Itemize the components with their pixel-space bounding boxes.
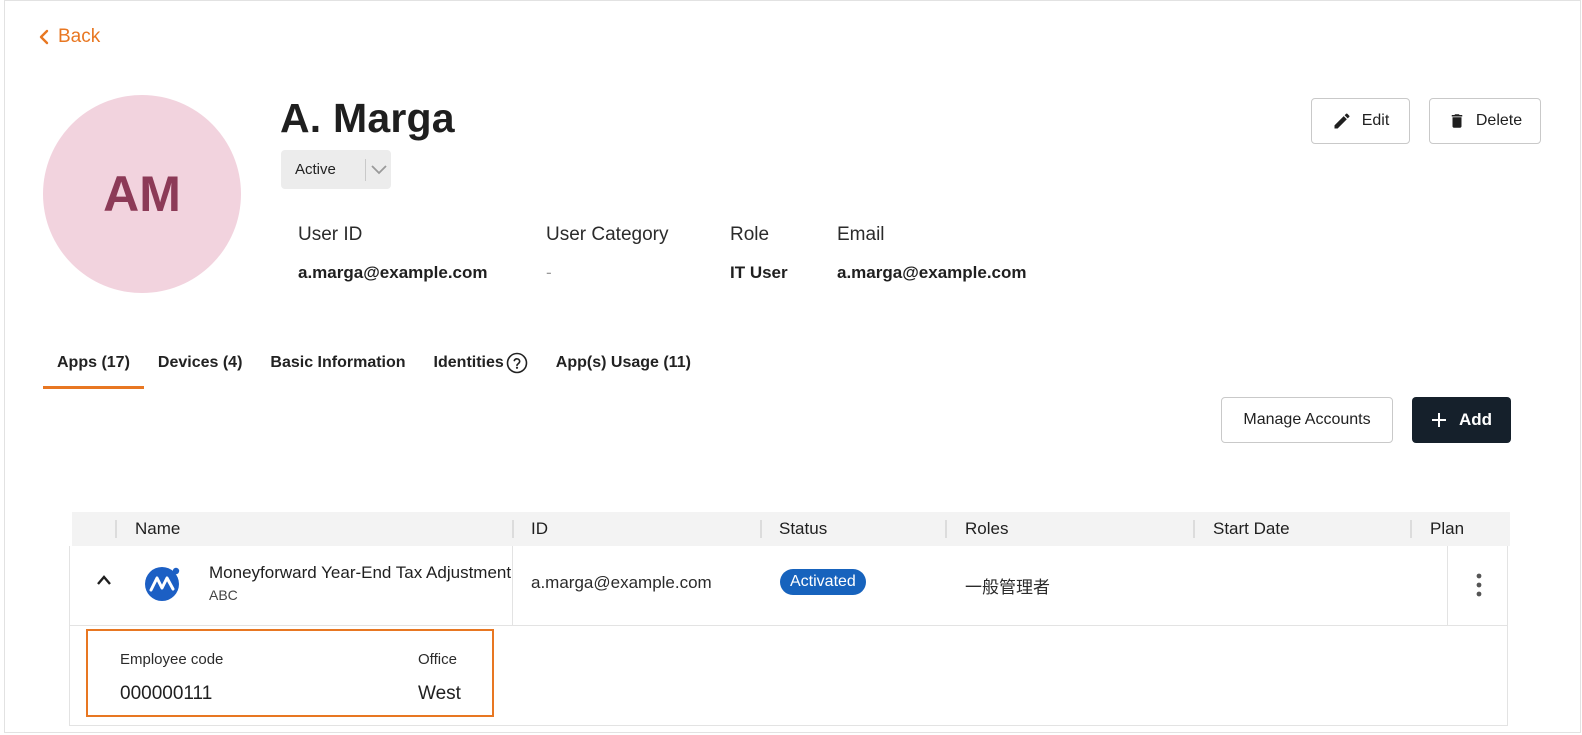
status-badge: Activated bbox=[780, 569, 866, 595]
column-header-plan[interactable]: Plan bbox=[1430, 512, 1464, 546]
tab-bar: Apps (17) Devices (4) Basic Information … bbox=[43, 340, 705, 389]
info-label: User ID bbox=[298, 224, 363, 245]
pencil-icon bbox=[1334, 113, 1350, 129]
menu-column-divider bbox=[1447, 546, 1448, 625]
app-name-cell[interactable]: Moneyforward Year-End Tax Adjustment ABC bbox=[209, 563, 512, 603]
info-role: Role IT User bbox=[730, 224, 788, 283]
status-value: Active bbox=[295, 161, 336, 178]
kebab-menu-icon[interactable] bbox=[1470, 572, 1488, 598]
column-separator[interactable] bbox=[512, 520, 514, 538]
delete-label: Delete bbox=[1475, 112, 1523, 129]
info-value: a.marga@example.com bbox=[837, 263, 1027, 282]
plus-icon bbox=[1431, 413, 1446, 427]
status-dropdown[interactable]: Active bbox=[281, 150, 391, 189]
name-column-divider bbox=[512, 546, 513, 625]
info-value: IT User bbox=[730, 263, 788, 282]
info-label: User Category bbox=[546, 224, 669, 245]
info-user-category: User Category - bbox=[546, 224, 669, 283]
column-header-status[interactable]: Status bbox=[779, 512, 827, 546]
avatar-initials: AM bbox=[103, 166, 181, 222]
employee-code-label: Employee code bbox=[120, 651, 224, 668]
back-label: Back bbox=[58, 26, 101, 47]
tab-label: Basic Information bbox=[270, 354, 406, 371]
table-row[interactable]: Moneyforward Year-End Tax Adjustment ABC… bbox=[69, 546, 1508, 626]
info-label: Email bbox=[837, 224, 885, 245]
info-label: Role bbox=[730, 224, 770, 245]
column-label: ID bbox=[531, 519, 548, 538]
app-subtitle: ABC bbox=[209, 587, 238, 603]
tab-devices[interactable]: Devices (4) bbox=[144, 340, 257, 386]
app-logo-icon bbox=[143, 565, 183, 603]
tab-identities[interactable]: Identities bbox=[420, 340, 542, 386]
account-id: a.marga@example.com bbox=[531, 573, 712, 592]
info-value: a.marga@example.com bbox=[298, 263, 488, 282]
column-label: Status bbox=[779, 519, 828, 538]
tab-basic-information[interactable]: Basic Information bbox=[256, 340, 419, 386]
edit-label: Edit bbox=[1361, 112, 1390, 129]
column-label: Roles bbox=[965, 519, 1009, 538]
column-header-name[interactable]: Name bbox=[135, 512, 180, 546]
manage-accounts-button[interactable]: Manage Accounts bbox=[1221, 397, 1393, 443]
chevron-down-icon bbox=[366, 164, 391, 175]
back-link[interactable]: Back bbox=[38, 26, 100, 48]
delete-button[interactable]: Delete bbox=[1429, 98, 1541, 144]
column-label: Plan bbox=[1430, 519, 1465, 538]
tab-apps[interactable]: Apps (17) bbox=[43, 340, 144, 389]
collapse-row-button[interactable] bbox=[96, 574, 112, 586]
help-circle-icon[interactable] bbox=[506, 352, 528, 374]
column-label: Name bbox=[135, 519, 181, 538]
trash-icon bbox=[1451, 114, 1463, 128]
column-separator[interactable] bbox=[1410, 520, 1412, 538]
employee-code-value: 000000111 bbox=[120, 683, 213, 704]
column-header-roles[interactable]: Roles bbox=[965, 512, 1008, 546]
edit-button[interactable]: Edit bbox=[1311, 98, 1410, 144]
status-badge-label: Activated bbox=[780, 569, 866, 595]
info-value: - bbox=[546, 263, 552, 282]
roles-value: 一般管理者 bbox=[965, 578, 1050, 597]
column-header-start-date[interactable]: Start Date bbox=[1213, 512, 1290, 546]
column-separator[interactable] bbox=[945, 520, 947, 538]
column-separator[interactable] bbox=[760, 520, 762, 538]
account-attributes-box: Employee code 000000111 Office West bbox=[86, 629, 494, 717]
column-separator bbox=[115, 520, 117, 538]
page-title: A. Marga bbox=[280, 95, 455, 141]
chevron-up-icon bbox=[97, 575, 111, 585]
app-name: Moneyforward Year-End Tax Adjustment bbox=[209, 563, 512, 582]
tab-label: Devices (4) bbox=[157, 354, 243, 371]
column-label: Start Date bbox=[1213, 519, 1290, 538]
column-header-id[interactable]: ID bbox=[531, 512, 548, 546]
chevron-left-icon bbox=[39, 29, 49, 45]
office-value: West bbox=[418, 683, 461, 704]
info-email: Email a.marga@example.com bbox=[837, 224, 1027, 283]
add-label: Add bbox=[1458, 410, 1493, 429]
avatar: AM bbox=[43, 95, 241, 293]
column-separator[interactable] bbox=[1193, 520, 1195, 538]
tab-app-usage[interactable]: App(s) Usage (11) bbox=[542, 340, 705, 386]
add-button[interactable]: Add bbox=[1412, 397, 1511, 443]
tab-label: Apps (17) bbox=[57, 354, 130, 371]
info-user-id: User ID a.marga@example.com bbox=[298, 224, 488, 283]
tab-label: App(s) Usage (11) bbox=[555, 354, 691, 371]
manage-accounts-label: Manage Accounts bbox=[1243, 411, 1371, 428]
tab-label: Identities bbox=[433, 354, 504, 371]
table-header: Name ID Status Roles Start Date Plan bbox=[72, 512, 1510, 546]
office-label: Office bbox=[418, 651, 457, 668]
